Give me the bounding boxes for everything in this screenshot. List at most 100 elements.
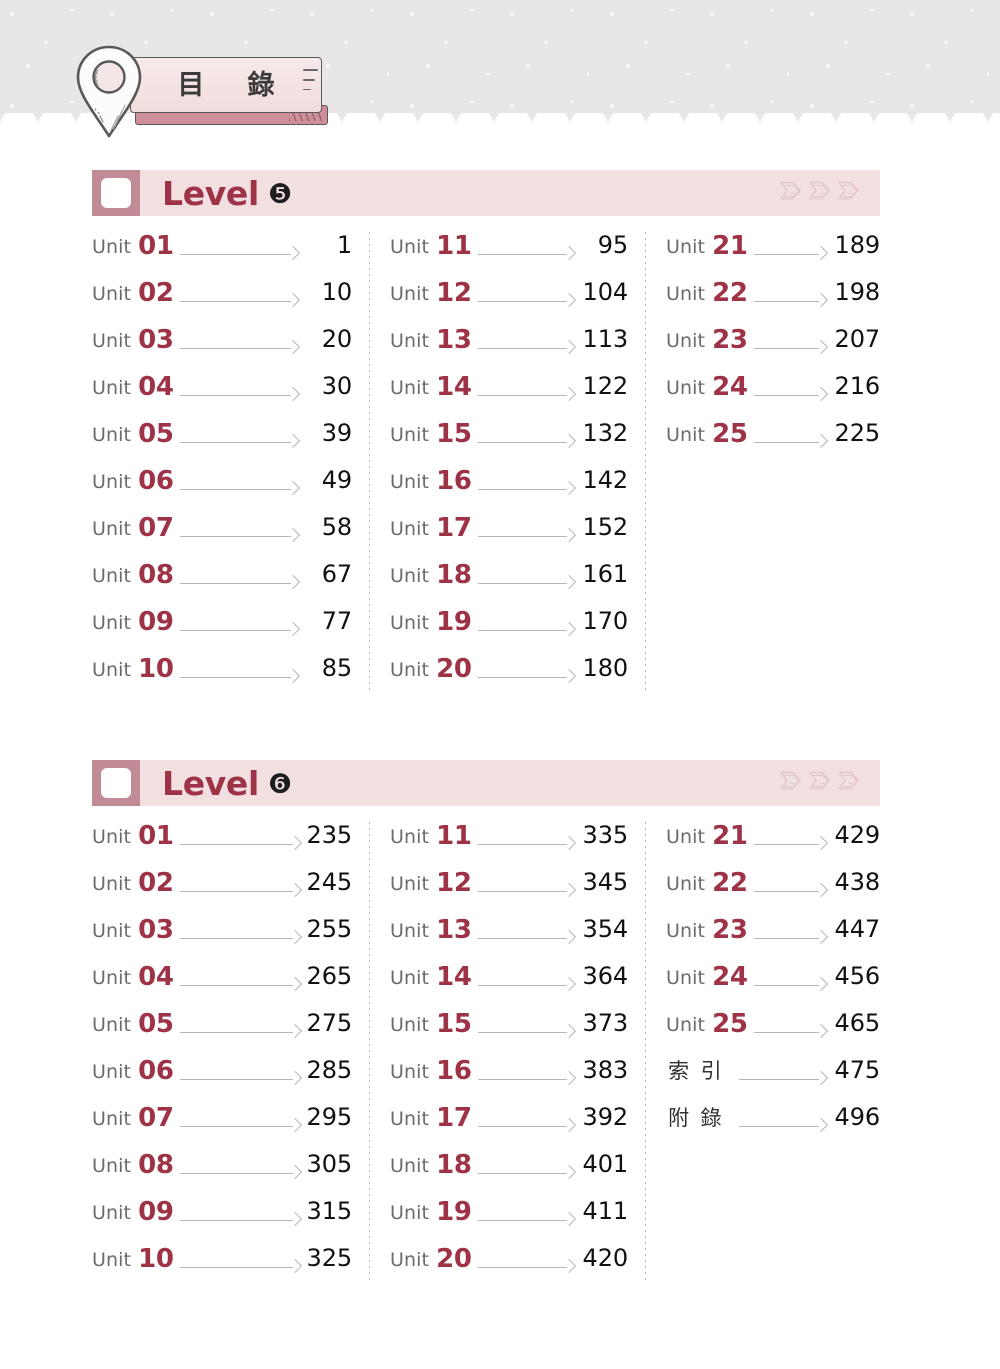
toc-row[interactable]: Unit 18 161: [390, 559, 628, 606]
toc-row[interactable]: Unit 16 142: [390, 465, 628, 512]
page-number: 265: [306, 962, 353, 990]
unit-word: Unit: [390, 826, 430, 848]
leader-arrow-icon: [179, 531, 298, 541]
page-number: 20: [321, 325, 352, 353]
toc-row[interactable]: Unit 05 39: [92, 418, 352, 465]
unit-number: 08: [138, 560, 174, 590]
toc-row[interactable]: Unit 15 132: [390, 418, 628, 465]
leader-arrow-icon: [753, 1027, 826, 1037]
toc-row[interactable]: Unit 23 207: [666, 324, 880, 371]
toc-row[interactable]: Unit 23 447: [666, 914, 880, 961]
leader-arrow-icon: [179, 484, 298, 494]
toc-row[interactable]: Unit 22 198: [666, 277, 880, 324]
page-number: 104: [582, 278, 629, 306]
toc-row[interactable]: Unit 06 49: [92, 465, 352, 512]
toc-row[interactable]: Unit 15 373: [390, 1008, 628, 1055]
toc-row[interactable]: Unit 12 345: [390, 867, 628, 914]
toc-row[interactable]: Unit 04 265: [92, 961, 352, 1008]
toc-entry-label: Unit 03: [92, 324, 174, 355]
toc-row[interactable]: Unit 24 216: [666, 371, 880, 418]
toc-row[interactable]: Unit 20 420: [390, 1243, 628, 1290]
unit-number: 12: [436, 868, 472, 898]
unit-number: 09: [138, 607, 174, 637]
toc-row[interactable]: Unit 13 113: [390, 324, 628, 371]
level-checkbox-badge[interactable]: [92, 760, 140, 806]
unit-word: Unit: [390, 1155, 430, 1177]
toc-row[interactable]: Unit 04 30: [92, 371, 352, 418]
level-word: Level: [162, 173, 259, 213]
stacked-pages-icon: [778, 770, 804, 797]
toc-row[interactable]: Unit 20 180: [390, 653, 628, 700]
toc-row[interactable]: Unit 19 411: [390, 1196, 628, 1243]
toc-row[interactable]: Unit 05 275: [92, 1008, 352, 1055]
page-number: 401: [582, 1150, 629, 1178]
toc-row[interactable]: Unit 08 305: [92, 1149, 352, 1196]
toc-row[interactable]: Unit 10 325: [92, 1243, 352, 1290]
toc-row[interactable]: Unit 07 58: [92, 512, 352, 559]
toc-row[interactable]: Unit 18 401: [390, 1149, 628, 1196]
toc-row[interactable]: Unit 09 315: [92, 1196, 352, 1243]
toc-row[interactable]: 附錄 496: [666, 1102, 880, 1149]
toc-entry-label: Unit 09: [92, 606, 174, 637]
level-checkbox-badge[interactable]: [92, 170, 140, 216]
leader-arrow-icon: [477, 886, 574, 896]
toc-entry-label: Unit 11: [390, 820, 472, 851]
page-title-block: 目 錄: [72, 44, 332, 140]
toc-row[interactable]: Unit 19 170: [390, 606, 628, 653]
toc-row[interactable]: Unit 06 285: [92, 1055, 352, 1102]
toc-row[interactable]: Unit 02 245: [92, 867, 352, 914]
leader-arrow-icon: [739, 1121, 826, 1131]
toc-row[interactable]: Unit 21 189: [666, 230, 880, 277]
level-header-6: Level ❻: [92, 760, 880, 806]
toc-row[interactable]: Unit 22 438: [666, 867, 880, 914]
toc-row[interactable]: Unit 14 364: [390, 961, 628, 1008]
toc-row[interactable]: Unit 17 152: [390, 512, 628, 559]
toc-row[interactable]: Unit 07 295: [92, 1102, 352, 1149]
toc-row[interactable]: Unit 03 20: [92, 324, 352, 371]
toc-entry-label: Unit 22: [666, 277, 748, 308]
unit-number: 18: [436, 1150, 472, 1180]
toc-row[interactable]: Unit 25 465: [666, 1008, 880, 1055]
toc-row[interactable]: Unit 11 95: [390, 230, 628, 277]
toc-row[interactable]: Unit 12 104: [390, 277, 628, 324]
toc-row[interactable]: Unit 24 456: [666, 961, 880, 1008]
map-pin-icon: [72, 44, 146, 140]
toc-entry-label: Unit 02: [92, 867, 174, 898]
toc-entry-label: Unit 25: [666, 1008, 748, 1039]
unit-number: 17: [436, 1103, 472, 1133]
unit-word: Unit: [92, 1014, 132, 1036]
toc-row[interactable]: Unit 09 77: [92, 606, 352, 653]
stacked-pages-icon: [836, 770, 862, 797]
unit-number: 11: [436, 821, 472, 851]
leader-arrow-icon: [477, 672, 574, 682]
page-number: 465: [834, 1009, 881, 1037]
toc-entry-label: Unit 05: [92, 418, 174, 449]
toc-row[interactable]: Unit 21 429: [666, 820, 880, 867]
toc-row[interactable]: Unit 25 225: [666, 418, 880, 465]
toc-row[interactable]: Unit 14 122: [390, 371, 628, 418]
toc-row[interactable]: Unit 11 335: [390, 820, 628, 867]
stacked-pages-icon: [807, 770, 833, 797]
toc-row[interactable]: 索引 475: [666, 1055, 880, 1102]
page-number: 113: [582, 325, 629, 353]
toc-entry-label: Unit 24: [666, 961, 748, 992]
leader-arrow-icon: [179, 249, 298, 259]
toc-row[interactable]: Unit 03 255: [92, 914, 352, 961]
toc-row[interactable]: Unit 01 1: [92, 230, 352, 277]
toc-column-2: Unit 11 95 Unit 12 104 Unit 13 113 Unit 14 122 Unit 1…: [370, 230, 646, 700]
toc-row[interactable]: Unit 01 235: [92, 820, 352, 867]
unit-word: Unit: [390, 873, 430, 895]
toc-row[interactable]: Unit 08 67: [92, 559, 352, 606]
toc-row[interactable]: Unit 10 85: [92, 653, 352, 700]
unit-word: Unit: [390, 659, 430, 681]
unit-number: 17: [436, 513, 472, 543]
toc-row[interactable]: Unit 13 354: [390, 914, 628, 961]
unit-word: Unit: [92, 612, 132, 634]
unit-number: 22: [712, 868, 748, 898]
unit-number: 12: [436, 278, 472, 308]
unit-number: 20: [436, 1244, 472, 1274]
toc-row[interactable]: Unit 16 383: [390, 1055, 628, 1102]
toc-row[interactable]: Unit 17 392: [390, 1102, 628, 1149]
toc-entry-label: Unit 08: [92, 559, 174, 590]
toc-row[interactable]: Unit 02 10: [92, 277, 352, 324]
